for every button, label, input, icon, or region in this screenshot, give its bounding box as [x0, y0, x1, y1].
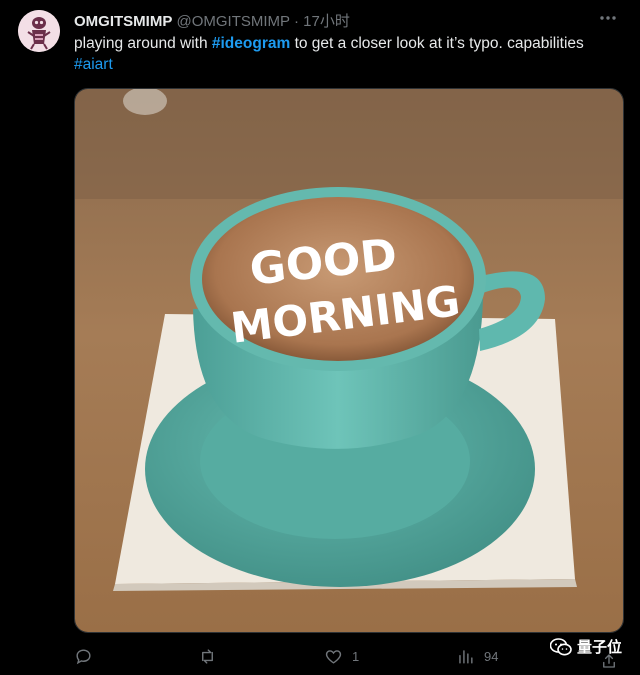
- reply-icon: [76, 648, 91, 664]
- like-count: 1: [352, 648, 360, 664]
- more-options-icon[interactable]: [596, 8, 620, 28]
- share-icon: [603, 654, 615, 668]
- bar-chart-icon: [459, 649, 473, 664]
- share-button[interactable]: [600, 652, 618, 670]
- tweet[interactable]: OMGITSMIMP @OMGITSMIMP · 17小时 playing ar…: [0, 0, 640, 674]
- tweet-header: OMGITSMIMP @OMGITSMIMP · 17小时: [74, 10, 600, 30]
- hashtag-ideogram[interactable]: #ideogram: [212, 35, 290, 52]
- heart-icon: [325, 649, 342, 664]
- reply-button[interactable]: [74, 644, 93, 668]
- tweet-text-part2: to get a closer look at it’s typo. capab…: [290, 35, 584, 52]
- separator-dot: ·: [293, 13, 299, 30]
- avatar[interactable]: [18, 10, 60, 52]
- view-count: 94: [484, 648, 499, 664]
- like-button[interactable]: 1: [324, 644, 359, 668]
- retweet-button[interactable]: [198, 644, 217, 668]
- tweet-text: playing around with #ideogram to get a c…: [74, 33, 630, 75]
- timestamp[interactable]: 17小时: [303, 13, 350, 30]
- retweet-icon: [202, 648, 213, 664]
- tweet-image[interactable]: GOOD MORNING: [74, 88, 624, 633]
- wechat-icon: [549, 637, 572, 655]
- hashtag-aiart[interactable]: #aiart: [74, 56, 113, 73]
- views-button[interactable]: 94: [456, 644, 498, 668]
- user-handle[interactable]: @OMGITSMIMP: [177, 13, 290, 30]
- tweet-text-part1: playing around with: [74, 35, 212, 52]
- display-name[interactable]: OMGITSMIMP: [74, 13, 172, 30]
- tweet-actions: 1 94: [74, 644, 630, 668]
